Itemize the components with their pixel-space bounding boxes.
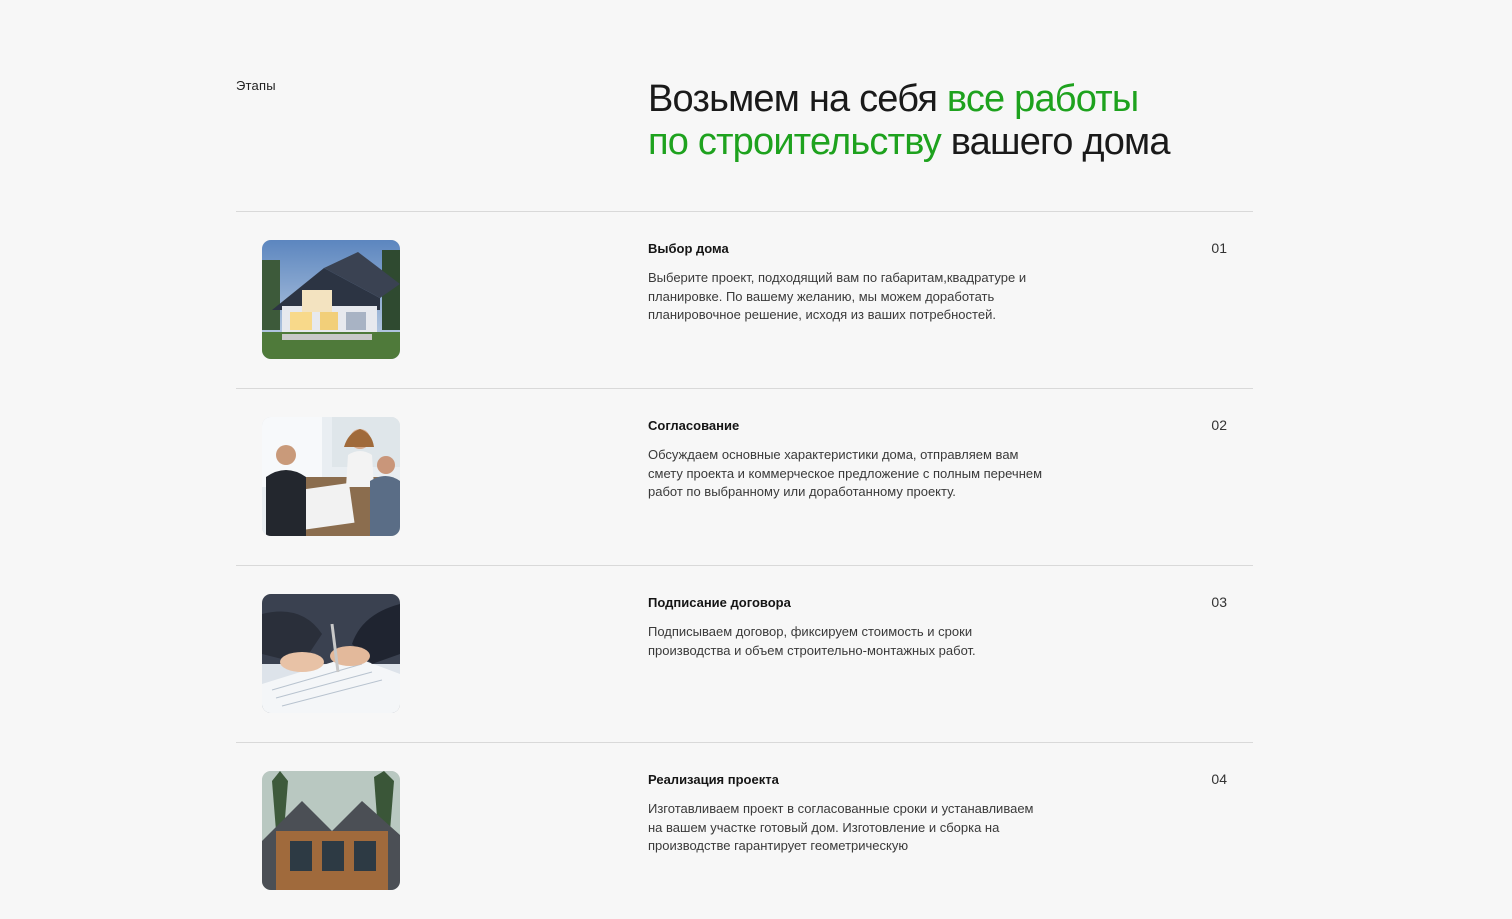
section-label: Этапы [236,78,276,93]
step-title: Выбор дома [648,241,729,256]
step-item: Выбор дома Выберите проект, подходящий в… [236,211,1253,388]
step-description: Выберите проект, подходящий вам по габар… [648,270,1027,322]
step-number: 04 [1211,771,1227,787]
step-number: 01 [1211,240,1227,256]
step-number: 03 [1211,594,1227,610]
step-description: Изготавливаем проект в согласованные сро… [648,801,1034,853]
step-title: Реализация проекта [648,772,779,787]
wooden-house-photo [262,771,400,890]
step-item: Согласование Обсуждаем основные характер… [236,388,1253,565]
house-photo [262,240,400,359]
step-description: Обсуждаем основные характеристики дома, … [648,447,1043,499]
heading-part-2: вашего дома [940,121,1171,163]
step-description: Подписываем договор, фиксируем стоимость… [648,624,976,658]
steps-list: Выбор дома Выберите проект, подходящий в… [236,211,1253,919]
step-title: Подписание договора [648,595,791,610]
step-title: Согласование [648,418,740,433]
heading-part-1: Возьмем на себя [648,78,947,120]
step-number: 02 [1211,417,1227,433]
heading-accent-1: все работы [946,78,1139,120]
page-title: Возьмем на себя все работы по строительст… [648,78,1268,164]
step-item: Реализация проекта Изготавливаем проект … [236,742,1253,919]
heading-accent-2: по строительству [648,121,942,163]
meeting-photo [262,417,400,536]
contract-signing-photo [262,594,400,713]
step-item: Подписание договора Подписываем договор,… [236,565,1253,742]
